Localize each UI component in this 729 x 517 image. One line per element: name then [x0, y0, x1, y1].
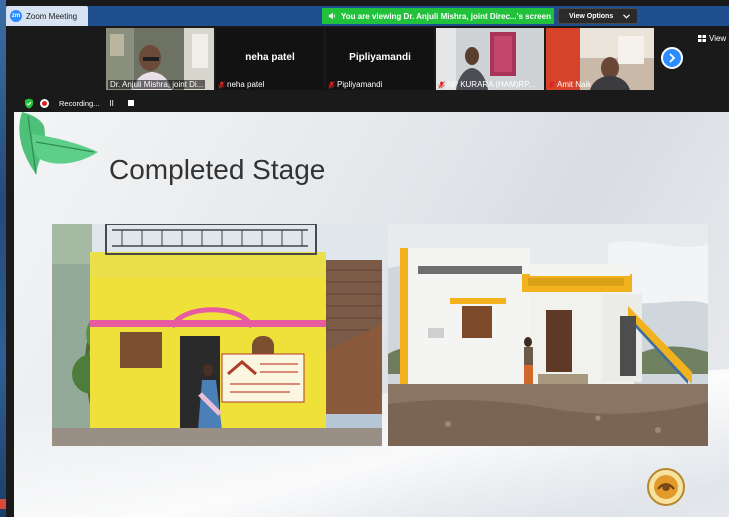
- speaker-icon: [328, 12, 336, 20]
- participant-name-label: NP KURARA (HAM)RP...: [438, 80, 535, 89]
- window-title-tab[interactable]: zm Zoom Meeting: [6, 6, 88, 26]
- recording-status: Recording...: [59, 98, 100, 108]
- photo-white-house: [388, 224, 708, 446]
- participant-tile[interactable]: Pipliyamandi Pipliyamandi: [326, 28, 434, 90]
- house-photo-image: [388, 224, 708, 446]
- shared-slide: Completed Stage: [14, 112, 729, 517]
- participant-tile[interactable]: NP KURARA (HAM)RP...: [436, 28, 544, 90]
- zoom-logo-icon: zm: [10, 10, 22, 22]
- participant-display-name: Pipliyamandi: [349, 52, 411, 63]
- recording-bar: Recording... II: [6, 94, 729, 112]
- viewing-banner-text: You are viewing Dr. Anjuli Mishra, joint…: [341, 11, 551, 21]
- participant-tile[interactable]: neha patel neha patel: [216, 28, 324, 90]
- zoom-window: zm Zoom Meeting You are viewing Dr. Anju…: [0, 0, 729, 517]
- participant-name: Pipliyamandi: [337, 80, 383, 89]
- view-button[interactable]: View: [698, 34, 726, 43]
- view-label: View: [709, 34, 727, 43]
- slide-title: Completed Stage: [109, 154, 326, 185]
- participant-name-label: Dr. Anjuli Mishra, joint Di...: [108, 80, 206, 89]
- pause-recording-button[interactable]: II: [109, 99, 113, 108]
- title-bar: zm Zoom Meeting You are viewing Dr. Anju…: [6, 6, 729, 26]
- participant-name-label: Pipliyamandi: [328, 80, 382, 89]
- muted-mic-icon: [218, 80, 225, 89]
- government-emblem-logo: [647, 468, 685, 506]
- participant-name-label: Amit Naik: [548, 80, 591, 89]
- participant-tile[interactable]: Dr. Anjuli Mishra, joint Di...: [106, 28, 214, 90]
- participant-name-label: neha patel: [218, 80, 264, 89]
- participant-display-name: neha patel: [245, 52, 295, 63]
- view-options-label: View Options: [569, 12, 614, 20]
- desktop-edge-mark: [0, 499, 6, 509]
- photo-yellow-house: [52, 224, 382, 446]
- security-shield-icon[interactable]: [24, 98, 34, 109]
- participant-tile[interactable]: Amit Naik: [546, 28, 654, 90]
- participant-name: neha patel: [227, 80, 265, 89]
- recording-indicator-icon: [40, 98, 49, 108]
- participant-strip: Dr. Anjuli Mishra, joint Di... neha pate…: [6, 26, 729, 94]
- participant-name: Dr. Anjuli Mishra, joint Di...: [110, 80, 204, 89]
- window-title: Zoom Meeting: [26, 11, 78, 21]
- grid-view-icon: [698, 35, 706, 42]
- muted-mic-icon: [328, 80, 335, 89]
- participant-name: Amit Naik: [557, 80, 592, 89]
- muted-mic-icon: [548, 80, 555, 89]
- chevron-right-icon: [669, 53, 676, 63]
- muted-mic-icon: [438, 80, 445, 89]
- viewing-screen-banner: You are viewing Dr. Anjuli Mishra, joint…: [322, 8, 554, 24]
- next-participants-button[interactable]: [661, 47, 683, 69]
- participant-name: NP KURARA (HAM)RP...: [447, 80, 536, 89]
- chevron-down-icon: [623, 13, 631, 19]
- view-options-button[interactable]: View Options: [558, 8, 638, 24]
- stop-recording-button[interactable]: [127, 100, 134, 106]
- house-photo-image: [52, 224, 382, 446]
- leaf-decoration: [19, 112, 98, 175]
